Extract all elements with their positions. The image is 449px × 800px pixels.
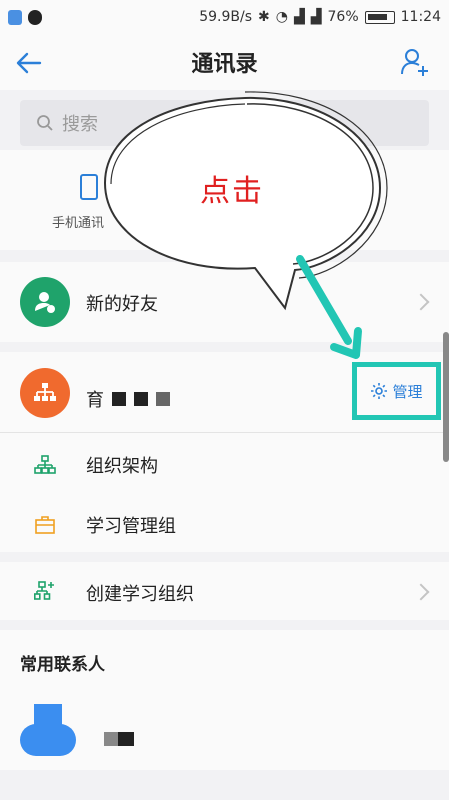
battery-percent: 76% — [327, 9, 359, 25]
search-icon — [37, 115, 53, 131]
manage-label: 管理 — [392, 382, 423, 401]
annotation-arrow — [296, 255, 362, 359]
annotation-text: 点击 — [200, 174, 264, 209]
briefcase-icon — [35, 516, 55, 534]
bluetooth-icon: ✱ — [258, 9, 270, 25]
divider — [0, 432, 449, 433]
page-title: 通讯录 — [191, 52, 258, 77]
status-right: 59.9B/s ✱ ◔ ▟ ▟ 76% 11:24 — [199, 9, 441, 25]
chevron-right-icon — [412, 293, 430, 311]
wifi-icon: ◔ — [275, 9, 288, 25]
network-speed: 59.9B/s — [199, 9, 252, 25]
signal-icon-2: ▟ — [310, 9, 322, 25]
arrow-left-icon[interactable] — [14, 48, 44, 78]
qq-notification-icon — [28, 9, 42, 25]
organization-icon[interactable] — [20, 368, 70, 418]
add-org-icon — [34, 581, 54, 600]
app-notification-icon — [8, 9, 22, 25]
create-org-row[interactable]: 创建学习组织 — [0, 562, 449, 620]
learning-management-group-item[interactable]: 学习管理组 — [86, 512, 176, 538]
create-org-label: 创建学习组织 — [86, 584, 194, 605]
redaction-block — [118, 732, 134, 746]
clock: 11:24 — [400, 9, 441, 25]
search-placeholder: 搜索 — [62, 114, 98, 135]
contact-avatar[interactable] — [20, 704, 76, 756]
redaction-block — [104, 732, 118, 746]
frequent-contacts-section: 常用联系人 — [0, 630, 449, 770]
status-left — [8, 9, 42, 25]
add-user-icon[interactable] — [399, 46, 431, 78]
org-structure-item[interactable]: 组织架构 — [86, 452, 158, 478]
org-chart-icon — [34, 455, 56, 474]
frequent-contacts-title: 常用联系人 — [20, 655, 105, 675]
chevron-right-icon — [412, 583, 430, 601]
status-bar: 59.9B/s ✱ ◔ ▟ ▟ 76% 11:24 — [0, 0, 449, 34]
signal-icon: ▟ — [293, 9, 305, 25]
new-friend-icon — [20, 277, 70, 327]
contact-name[interactable] — [104, 732, 134, 746]
scrollbar[interactable] — [443, 332, 449, 462]
battery-icon — [364, 10, 395, 24]
